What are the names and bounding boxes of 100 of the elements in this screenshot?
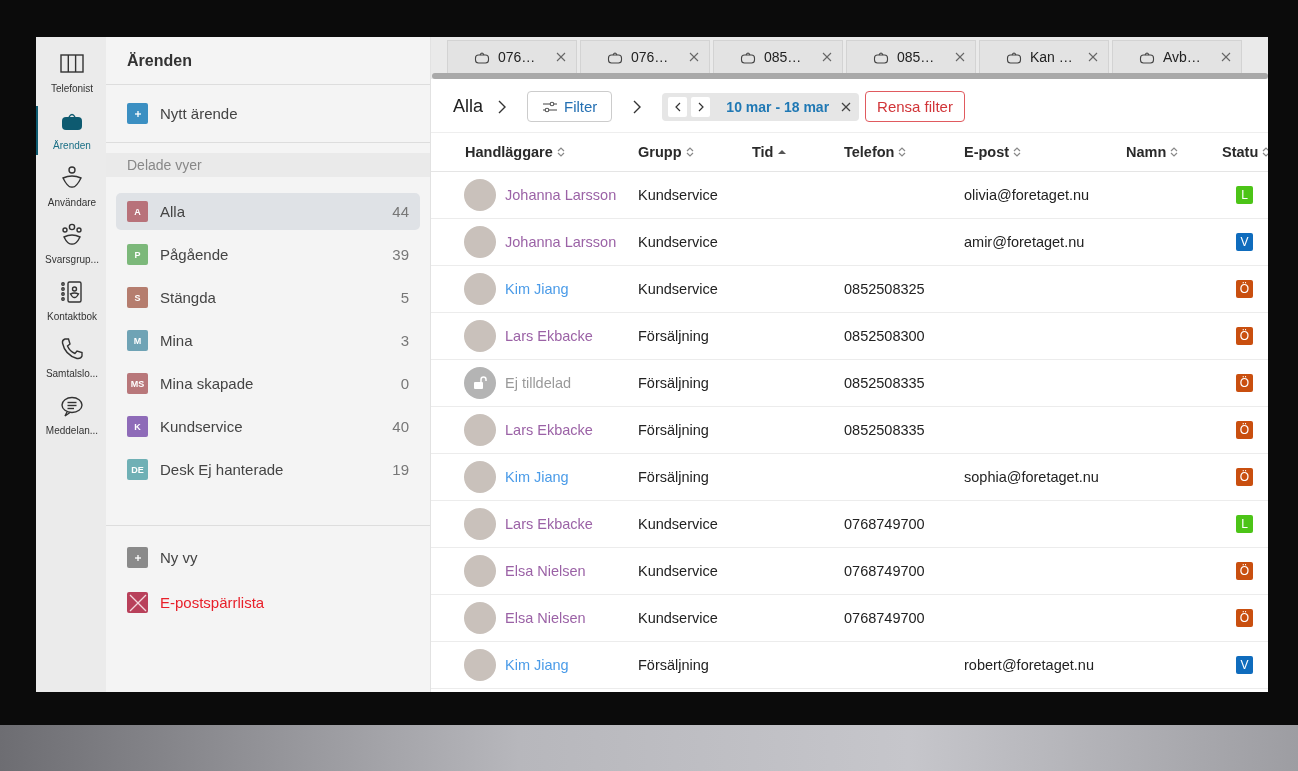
handler-link[interactable]: Johanna Larsson xyxy=(505,187,617,203)
tab-scrollbar[interactable] xyxy=(432,73,1268,79)
view-badge: K xyxy=(127,416,148,437)
avatar-placeholder xyxy=(464,179,496,211)
bag-icon xyxy=(873,50,889,64)
close-icon[interactable] xyxy=(822,52,832,62)
handler-link[interactable]: Johanna Larsson xyxy=(505,234,617,250)
status-badge: L xyxy=(1236,186,1253,204)
table-cell: Kundservice xyxy=(638,516,718,532)
avatar-placeholder xyxy=(464,273,496,305)
column-header[interactable]: Handläggare xyxy=(465,144,638,160)
status-badge: Ö xyxy=(1236,609,1253,627)
new-view-button[interactable]: Ny vy xyxy=(106,538,430,577)
table-cell: Försäljning xyxy=(638,375,709,391)
table-cell: Kundservice xyxy=(638,563,718,579)
view-item[interactable]: DE Desk Ej hanterade 19 xyxy=(116,451,420,488)
case-tab[interactable]: 085… xyxy=(713,40,843,73)
view-badge: MS xyxy=(127,373,148,394)
table-cell: Försäljning xyxy=(638,422,709,438)
view-badge: A xyxy=(127,201,148,222)
chevron-right-icon xyxy=(497,99,507,114)
sidebar-title: Ärenden xyxy=(106,37,430,85)
breadcrumb: Alla xyxy=(453,96,483,117)
close-icon[interactable] xyxy=(1221,52,1231,62)
avatar-placeholder xyxy=(464,602,496,634)
table-cell: 0852508300 xyxy=(844,328,925,344)
table-cell: 0852508335 xyxy=(844,375,925,391)
table-cell: Kundservice xyxy=(638,234,718,250)
close-icon[interactable] xyxy=(841,101,852,112)
blocklist-link[interactable]: E-postspärrlista xyxy=(106,583,430,622)
view-item[interactable]: A Alla 44 xyxy=(116,193,420,230)
view-item[interactable]: MS Mina skapade 0 xyxy=(116,365,420,402)
case-tab[interactable]: 076… xyxy=(580,40,710,73)
avatar-placeholder xyxy=(464,555,496,587)
table-cell: Kundservice xyxy=(638,281,718,297)
handler-link[interactable]: Lars Ekbacke xyxy=(505,422,593,438)
new-case-button[interactable]: Nytt ärende xyxy=(106,85,430,143)
bag-icon xyxy=(740,50,756,64)
contact-book-icon xyxy=(59,279,85,305)
view-item[interactable]: M Mina 3 xyxy=(116,322,420,359)
avatar-placeholder xyxy=(464,649,496,681)
next-button[interactable] xyxy=(691,96,711,117)
plus-icon xyxy=(127,103,148,124)
avatar-placeholder xyxy=(464,461,496,493)
filter-button[interactable]: Filter xyxy=(527,91,613,122)
table-cell: Försäljning xyxy=(638,469,709,485)
table-cell: Kundservice xyxy=(638,610,718,626)
column-header[interactable]: Tid xyxy=(752,144,844,160)
table-cell: Försäljning xyxy=(638,657,709,673)
view-item[interactable]: K Kundservice 40 xyxy=(116,408,420,445)
column-header[interactable]: Grupp xyxy=(638,144,752,160)
unlocked-padlock-icon xyxy=(464,367,496,399)
chevron-left-icon xyxy=(674,101,681,112)
rail-item[interactable]: Användare xyxy=(36,163,106,212)
column-header[interactable]: Namn xyxy=(1126,144,1222,160)
handler-link[interactable]: Lars Ekbacke xyxy=(505,516,593,532)
table-cell: olivia@foretaget.nu xyxy=(964,187,1090,203)
status-badge: L xyxy=(1236,515,1253,533)
person-icon xyxy=(59,165,85,191)
sliders-icon xyxy=(542,100,558,113)
view-item[interactable]: S Stängda 5 xyxy=(116,279,420,316)
case-tab[interactable]: Avb… xyxy=(1112,40,1242,73)
table-cell: Kundservice xyxy=(638,187,718,203)
view-badge: DE xyxy=(127,459,148,480)
column-header[interactable]: Telefon xyxy=(844,144,964,160)
bag-icon xyxy=(607,50,623,64)
section-heading: Delade vyer xyxy=(106,153,430,177)
status-badge: V xyxy=(1236,233,1253,251)
status-badge: Ö xyxy=(1236,374,1253,392)
avatar-placeholder xyxy=(464,508,496,540)
view-item[interactable]: P Pågående 39 xyxy=(116,236,420,273)
handler-link[interactable]: Lars Ekbacke xyxy=(505,328,593,344)
rail-item[interactable]: Samtalslo... xyxy=(36,334,106,383)
chevron-right-icon xyxy=(632,99,643,114)
rail-item[interactable]: Svarsgrup... xyxy=(36,220,106,269)
case-tab[interactable]: 085… xyxy=(846,40,976,73)
close-icon[interactable] xyxy=(1088,52,1098,62)
close-icon[interactable] xyxy=(689,52,699,62)
close-icon[interactable] xyxy=(556,52,566,62)
avatar-placeholder xyxy=(464,226,496,258)
clear-filter-button[interactable]: Rensa filter xyxy=(865,91,965,122)
status-badge: Ö xyxy=(1236,562,1253,580)
handler-link[interactable]: Elsa Nielsen xyxy=(505,563,586,579)
case-tab[interactable]: Kan … xyxy=(979,40,1109,73)
column-header[interactable]: Statu xyxy=(1222,144,1268,160)
avatar-placeholder xyxy=(464,414,496,446)
previous-button[interactable] xyxy=(668,96,688,117)
column-header[interactable]: E-post xyxy=(964,144,1126,160)
case-tab[interactable]: 076… xyxy=(447,40,577,73)
rail-item[interactable]: Meddelan... xyxy=(36,391,106,440)
rail-item[interactable]: Telefonist xyxy=(36,49,106,98)
bag-icon xyxy=(1006,50,1022,64)
view-badge: S xyxy=(127,287,148,308)
handler-link[interactable]: Elsa Nielsen xyxy=(505,610,586,626)
rail-item[interactable]: Kontaktbok xyxy=(36,277,106,326)
plus-icon xyxy=(127,547,148,568)
close-icon[interactable] xyxy=(955,52,965,62)
table-cell: 0768749700 xyxy=(844,610,925,626)
table-cell: 0852508325 xyxy=(844,281,925,297)
bag-icon xyxy=(1139,50,1155,64)
